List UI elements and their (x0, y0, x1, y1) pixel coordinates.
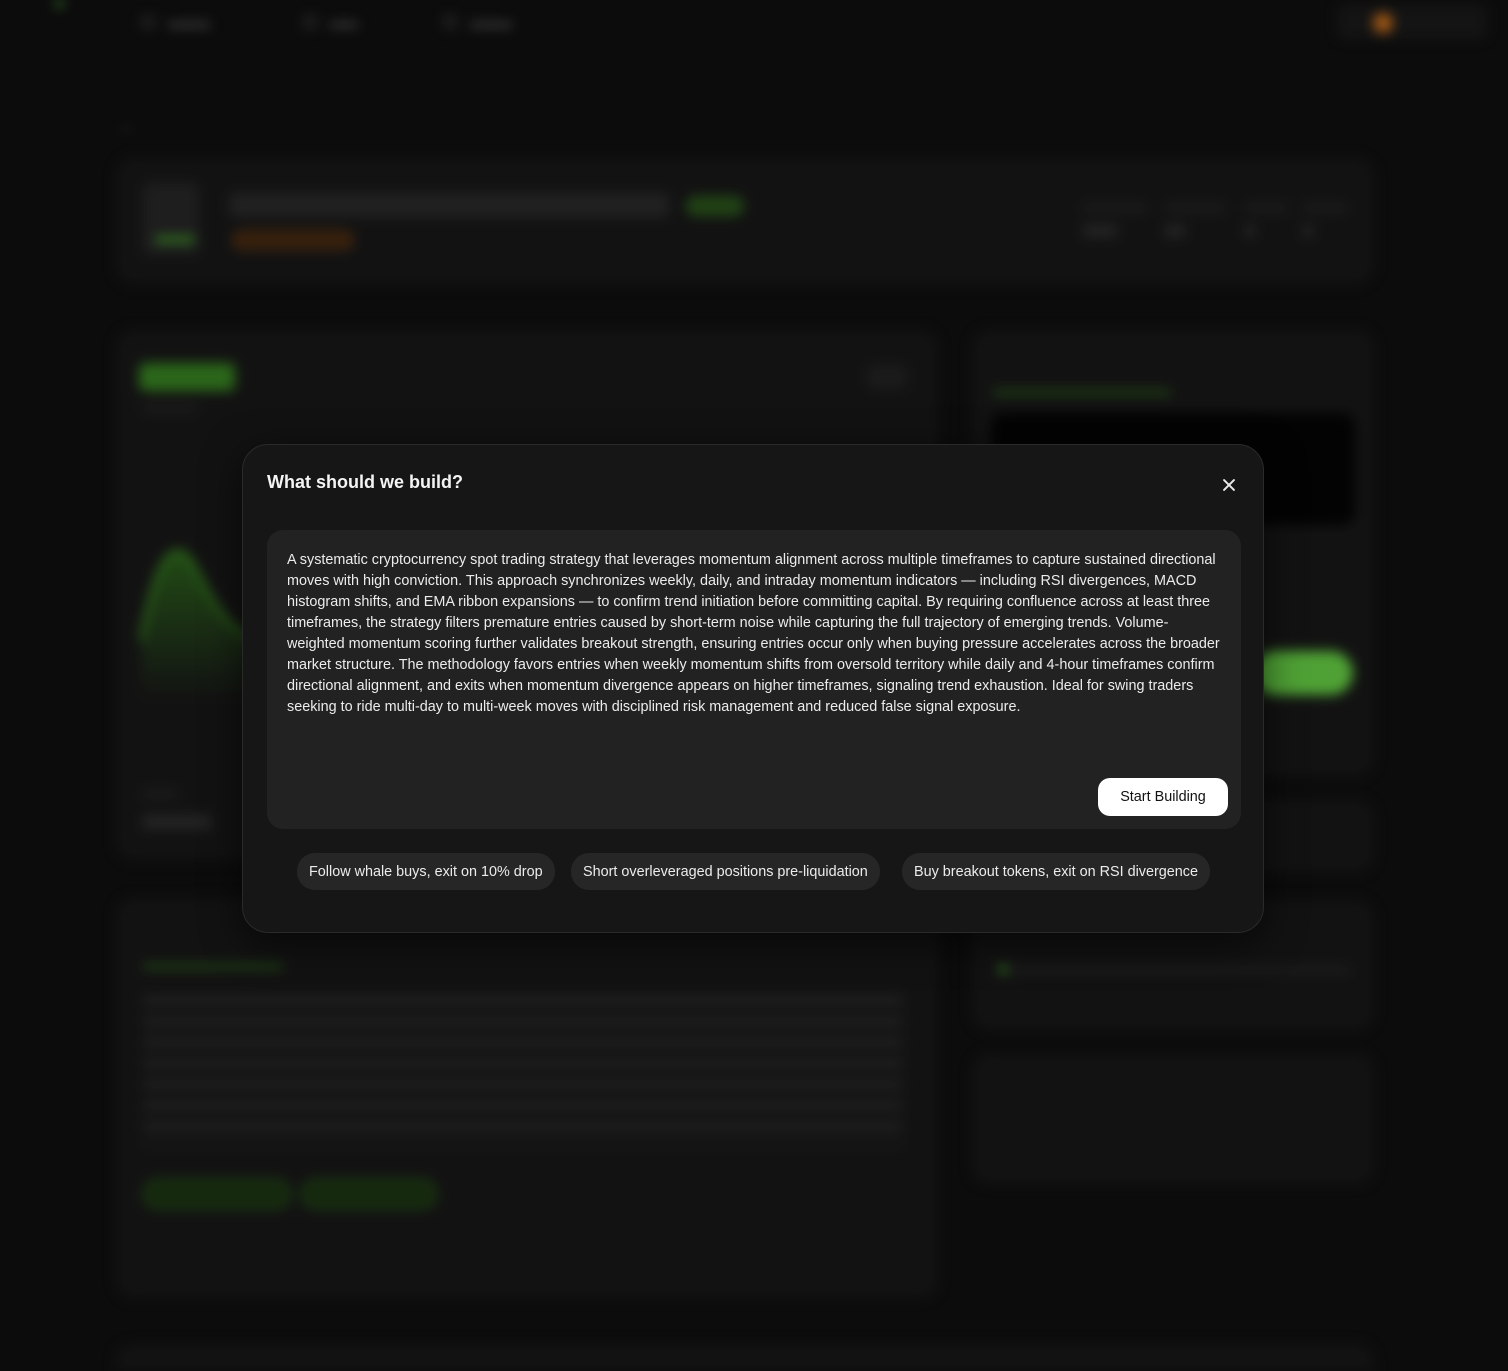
build-modal: What should we build? A systematic crypt… (242, 444, 1264, 933)
close-icon[interactable] (1215, 471, 1243, 499)
modal-title: What should we build? (267, 472, 463, 492)
prompt-input[interactable]: A systematic cryptocurrency spot trading… (287, 550, 1221, 770)
suggestion-chip-breakout[interactable]: Buy breakout tokens, exit on RSI diverge… (902, 853, 1210, 890)
start-building-button[interactable]: Start Building (1098, 778, 1228, 816)
prompt-container: A systematic cryptocurrency spot trading… (267, 530, 1241, 829)
suggestion-chip-whale[interactable]: Follow whale buys, exit on 10% drop (297, 853, 555, 890)
suggestion-chip-short[interactable]: Short overleveraged positions pre-liquid… (571, 853, 880, 890)
